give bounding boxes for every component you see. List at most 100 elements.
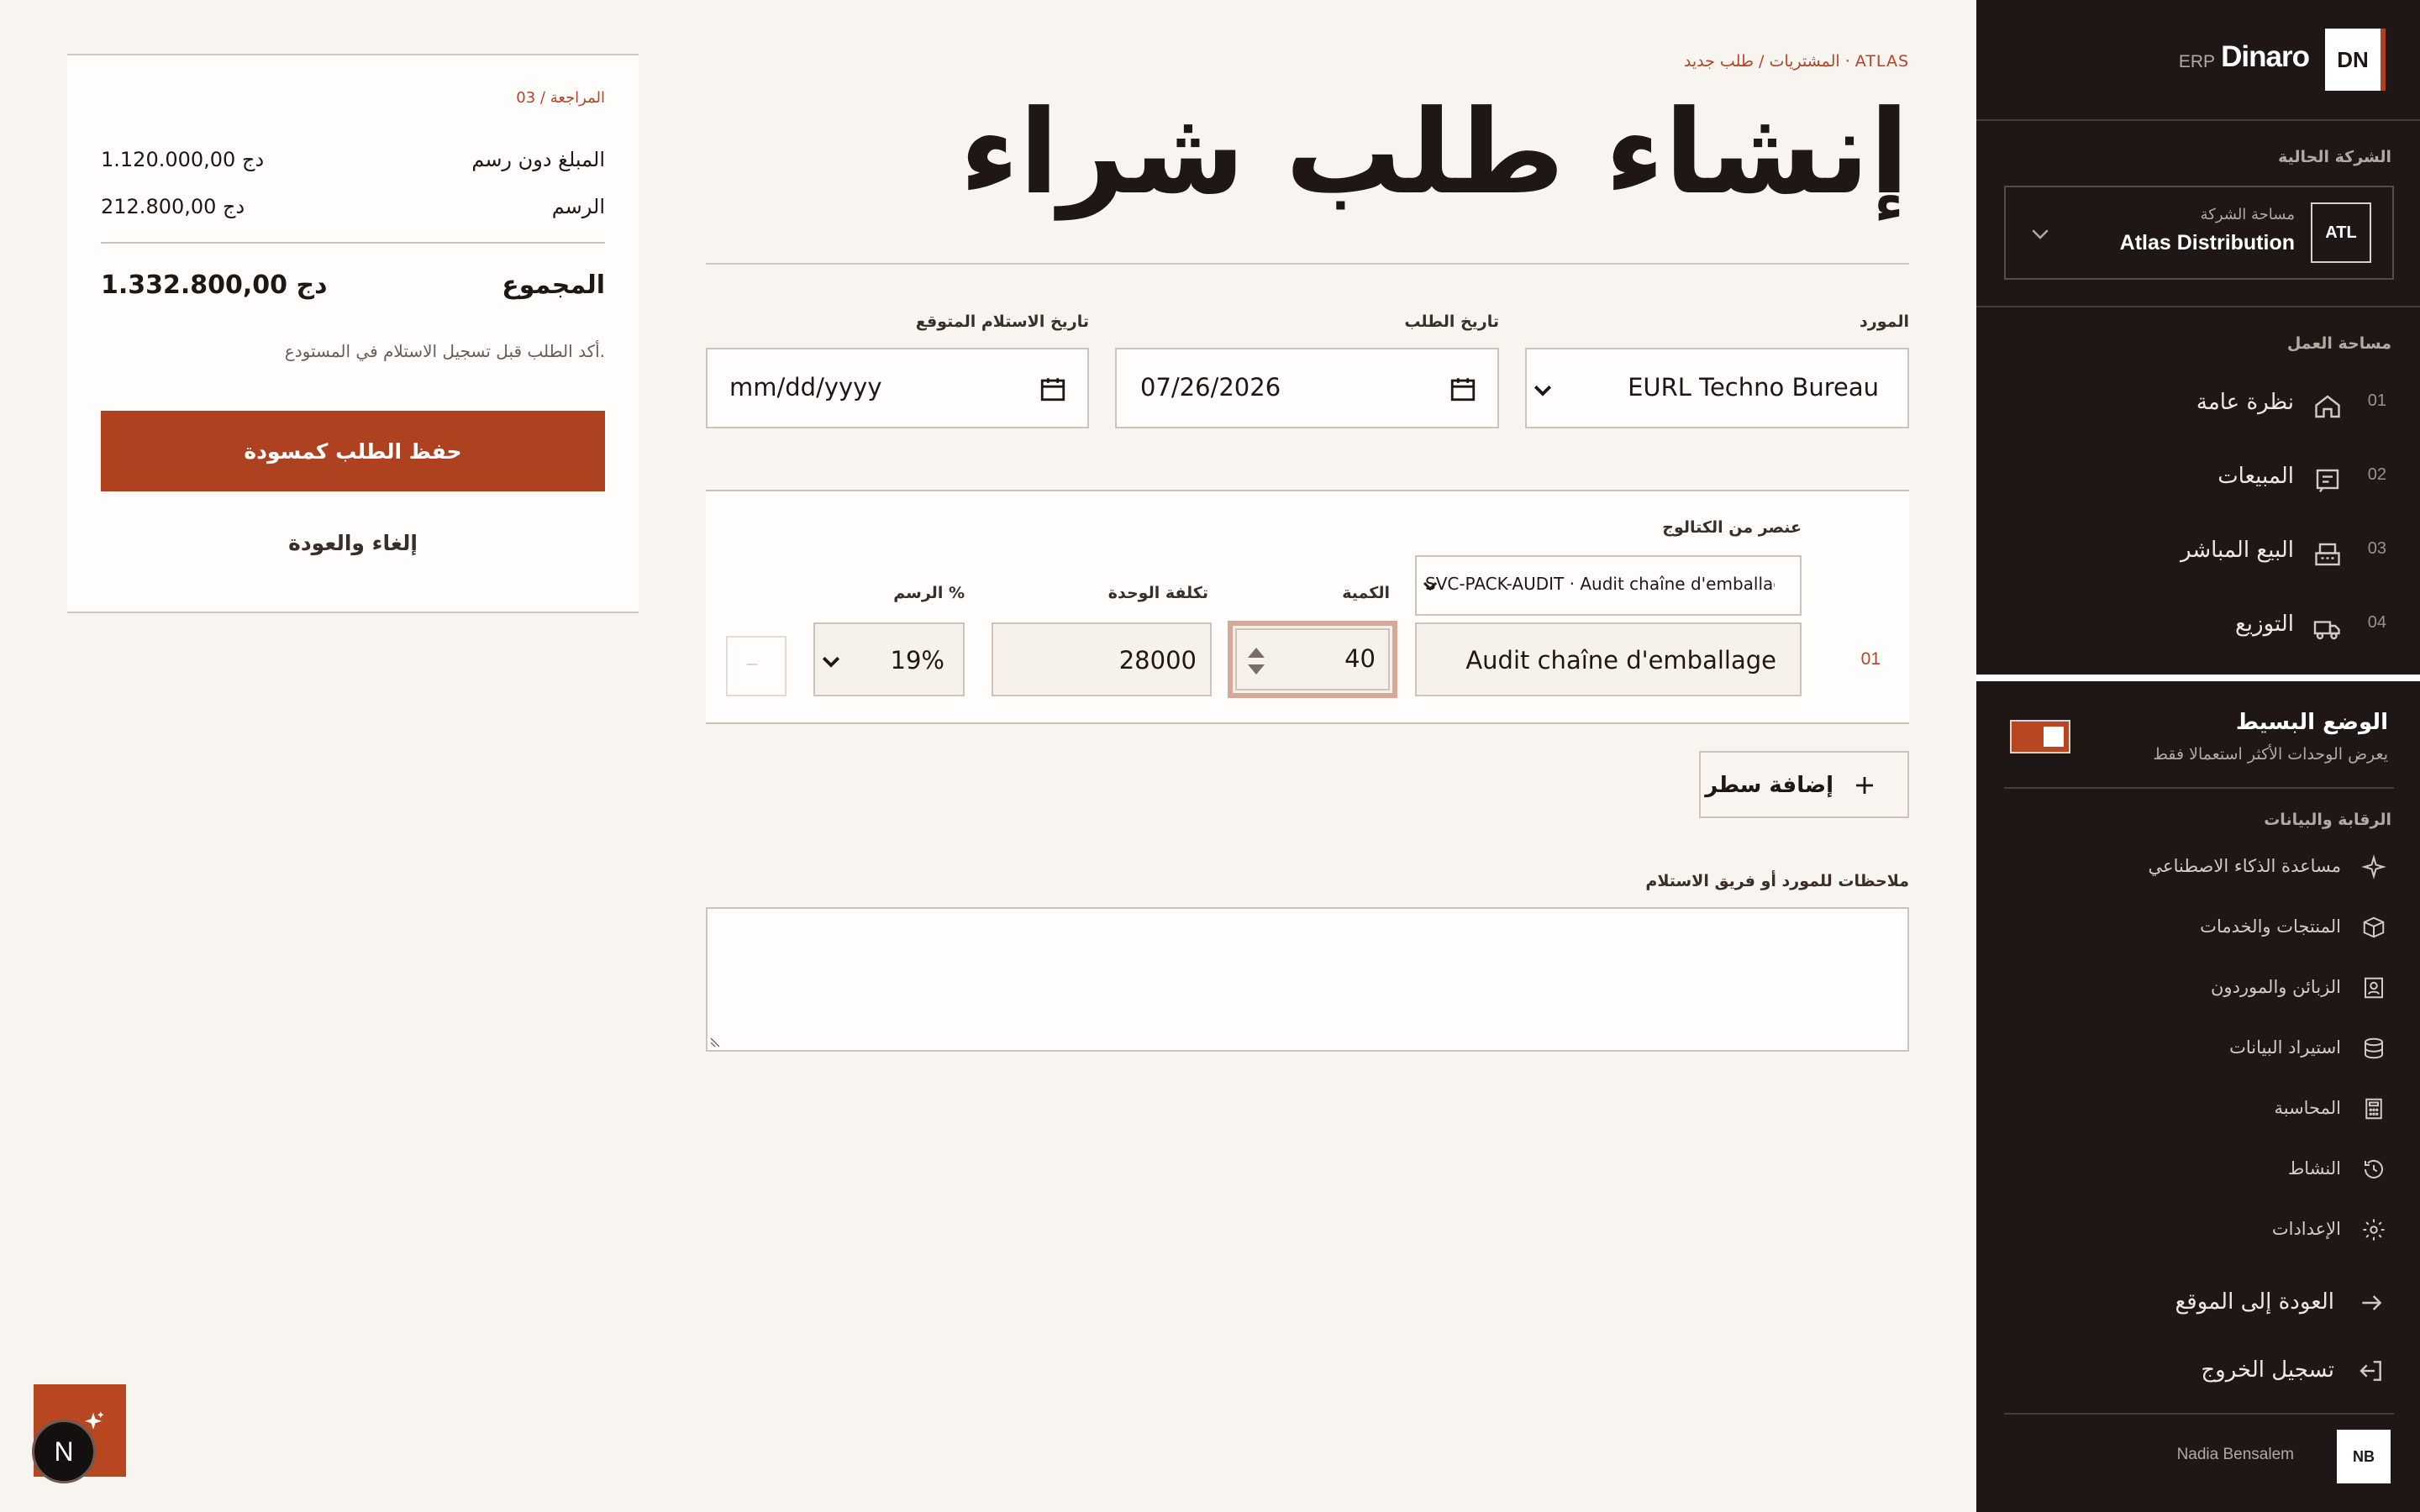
- order-date-label: تاريخ الطلب: [1404, 312, 1499, 331]
- truck-icon: [2313, 621, 2340, 640]
- add-line-button[interactable]: إضافة سطر: [1699, 751, 1909, 818]
- box-icon: [2363, 916, 2385, 938]
- quantity-stepper[interactable]: 40: [1228, 621, 1397, 698]
- divider: [2004, 1413, 2394, 1415]
- unit-cost-value: 28000: [1118, 646, 1197, 675]
- tax-column-label: الرسم %: [893, 584, 965, 602]
- simple-mode-title: الوضع البسيط: [2235, 710, 2388, 735]
- tax-label: الرسم: [551, 195, 605, 218]
- avatar[interactable]: NB: [2337, 1430, 2391, 1483]
- company-switcher[interactable]: ATL مساحة الشركة Atlas Distribution: [2004, 186, 2394, 280]
- supplier-select[interactable]: EURL Techno Bureau: [1525, 348, 1909, 428]
- chevron-down-icon: [1423, 581, 1438, 591]
- supplier-label: المورد: [1860, 312, 1909, 331]
- chevron-down-icon: [2032, 229, 2049, 239]
- back-to-site-label: العودة إلى الموقع: [2175, 1289, 2334, 1315]
- sidebar-item-products[interactable]: المنتجات والخدمات: [1976, 901, 2420, 952]
- add-line-label: إضافة سطر: [1705, 773, 1833, 798]
- chevron-down-icon: [1534, 385, 1552, 396]
- total-value: 1.332.800,00 دج: [101, 270, 328, 300]
- sidebar-item-accounting[interactable]: المحاسبة: [1976, 1083, 2420, 1133]
- calendar-icon[interactable]: [1039, 375, 1067, 403]
- order-date-input[interactable]: 07/26/2026: [1115, 348, 1499, 428]
- simple-mode-panel: الوضع البسيط يعرض الوحدات الأكثر استعمال…: [1976, 675, 2420, 1512]
- sidebar-item-ai-assist[interactable]: مساعدة الذكاء الاصطناعي: [1976, 841, 2420, 891]
- quantity-column-label: الكمية: [1342, 584, 1390, 602]
- tax-select[interactable]: 19%: [813, 622, 965, 696]
- sub-item-label: الزبائن والموردون: [2211, 977, 2341, 997]
- breadcrumb: المشتريات / طلب جديد · ATLAS: [1683, 52, 1909, 71]
- sidebar-item-contacts[interactable]: الزبائن والموردون: [1976, 962, 2420, 1012]
- calculator-icon: [2365, 1098, 2382, 1120]
- row-number: 01: [1860, 649, 1881, 669]
- notes-textarea[interactable]: [706, 907, 1909, 1052]
- logo[interactable]: DN: [2325, 29, 2386, 91]
- sidebar-item-direct-sale[interactable]: 03 البيع المباشر: [1976, 516, 2420, 590]
- sidebar-item-activity[interactable]: النشاط: [1976, 1143, 2420, 1194]
- order-lines: عنصر من الكتالوج SVC-PACK-AUDIT · Audit …: [706, 490, 1909, 724]
- brand-suffix: ERP: [2178, 52, 2215, 71]
- sidebar-item-settings[interactable]: الإعدادات: [1976, 1204, 2420, 1254]
- user-name: Nadia Bensalem: [2176, 1446, 2294, 1463]
- company-section-title: الشركة الحالية: [2278, 148, 2391, 166]
- sub-item-label: استيراد البيانات: [2229, 1037, 2341, 1058]
- divider: [2004, 787, 2394, 789]
- order-summary: 03 / المراجعة المبلغ دون رسم 1.120.000,0…: [67, 54, 639, 613]
- control-section-title: الرقابة والبيانات: [2264, 811, 2391, 829]
- sidebar-item-distribution[interactable]: 04 التوزيع: [1976, 590, 2420, 664]
- delivery-date-label: تاريخ الاستلام المتوقع: [915, 312, 1089, 331]
- divider: [1976, 306, 2420, 307]
- remove-line-button[interactable]: —: [726, 636, 786, 696]
- description-input[interactable]: Audit chaîne d'emballage: [1415, 622, 1802, 696]
- sidebar-item-import[interactable]: استيراد البيانات: [1976, 1022, 2420, 1073]
- description-value: Audit chaîne d'emballage: [1465, 646, 1776, 675]
- nav-label: المبيعات: [2217, 464, 2294, 489]
- simple-mode-subtitle: يعرض الوحدات الأكثر استعمالا فقط: [2153, 745, 2388, 764]
- sidebar-item-overview[interactable]: 01 نظرة عامة: [1976, 368, 2420, 442]
- logout-icon: [2360, 1361, 2381, 1381]
- tax-amount-value: 212.800,00 دج: [101, 195, 245, 218]
- catalog-select[interactable]: SVC-PACK-AUDIT · Audit chaîne d'emballag…: [1415, 555, 1802, 616]
- supplier-value: EURL Techno Bureau: [1628, 373, 1879, 402]
- company-label: مساحة الشركة: [2200, 206, 2295, 223]
- cash-register-icon: [2315, 543, 2340, 566]
- plus-icon: [1856, 777, 1873, 794]
- sub-item-label: المحاسبة: [2274, 1098, 2341, 1118]
- toggle-knob: [2044, 727, 2064, 747]
- logout-label: تسجيل الخروج: [2201, 1357, 2334, 1383]
- brand-name: Dinaro: [2221, 40, 2310, 73]
- delivery-date-placeholder: mm/dd/yyyy: [729, 373, 882, 402]
- sub-item-label: النشاط: [2287, 1158, 2341, 1179]
- sub-item-label: مساعدة الذكاء الاصطناعي: [2148, 856, 2341, 876]
- dev-tools-avatar[interactable]: N: [32, 1420, 96, 1483]
- calendar-icon[interactable]: [1449, 375, 1477, 403]
- tax-value: 19%: [890, 646, 944, 675]
- workspace-title: مساحة العمل: [2286, 334, 2391, 353]
- nav-number: 02: [2367, 465, 2386, 484]
- quantity-value: 40: [1344, 644, 1376, 673]
- nav-label: نظرة عامة: [2196, 390, 2294, 415]
- notes-label: ملاحظات للمورد أو فريق الاستلام: [1645, 872, 1909, 890]
- contact-icon: [2365, 977, 2383, 999]
- chevron-down-icon: [822, 656, 840, 668]
- back-to-site-link[interactable]: العودة إلى الموقع: [1976, 1273, 2420, 1331]
- resize-handle-icon[interactable]: [709, 1035, 723, 1048]
- sidebar-item-sales[interactable]: 02 المبيعات: [1976, 442, 2420, 516]
- unit-cost-input[interactable]: 28000: [992, 622, 1212, 696]
- gear-icon: [2363, 1219, 2385, 1241]
- delivery-date-input[interactable]: mm/dd/yyyy: [706, 348, 1089, 428]
- page-title: إنشاء طلب شراء: [960, 85, 1909, 220]
- cancel-button[interactable]: إلغاء والعودة: [101, 531, 605, 581]
- divider: [706, 263, 1909, 265]
- spinner-arrows-icon[interactable]: [1246, 646, 1266, 676]
- simple-mode-toggle[interactable]: [2010, 720, 2070, 753]
- nav-label: البيع المباشر: [2180, 538, 2294, 563]
- company-badge: ATL: [2311, 202, 2371, 263]
- total-label: المجموع: [502, 270, 605, 300]
- save-draft-button[interactable]: حفظ الطلب كمسودة: [101, 411, 605, 491]
- logout-link[interactable]: تسجيل الخروج: [1976, 1341, 2420, 1399]
- arrow-right-icon: [2362, 1295, 2382, 1310]
- history-icon: [2365, 1159, 2383, 1179]
- nav-label: التوزيع: [2234, 612, 2294, 637]
- nav-number: 01: [2367, 391, 2386, 410]
